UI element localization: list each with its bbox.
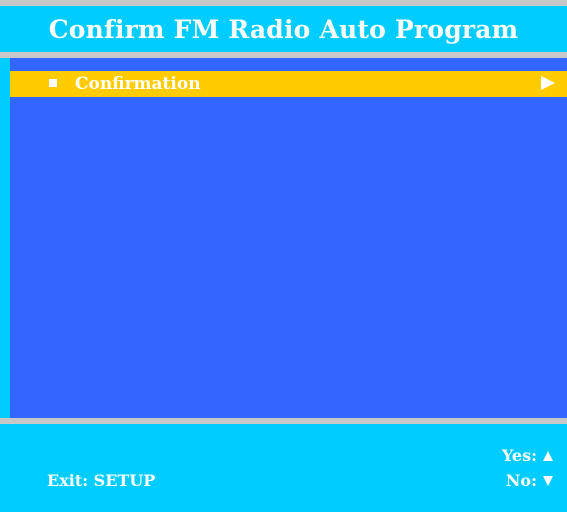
yes-hint[interactable]: Yes: — [502, 446, 553, 466]
menu-panel — [10, 58, 567, 418]
page-title: Confirm FM Radio Auto Program — [48, 14, 519, 44]
menu-item-label: Confirmation — [75, 74, 201, 94]
yes-label: Yes: — [501, 446, 537, 465]
right-arrow-icon — [541, 76, 555, 90]
osd-screen: Confirm FM Radio Auto Program Confirmati… — [0, 0, 567, 512]
footer-bar: Yes: Exit: SETUP No: — [0, 424, 567, 512]
header-bar: Confirm FM Radio Auto Program — [0, 6, 567, 52]
down-triangle-icon — [543, 476, 553, 486]
left-border — [0, 58, 10, 418]
square-bullet-icon — [49, 79, 57, 87]
no-hint[interactable]: No: — [506, 471, 553, 491]
exit-hint[interactable]: Exit: SETUP — [47, 471, 155, 491]
menu-item-confirmation[interactable]: Confirmation — [10, 71, 567, 97]
no-label: No: — [505, 471, 537, 490]
up-triangle-icon — [543, 451, 553, 461]
